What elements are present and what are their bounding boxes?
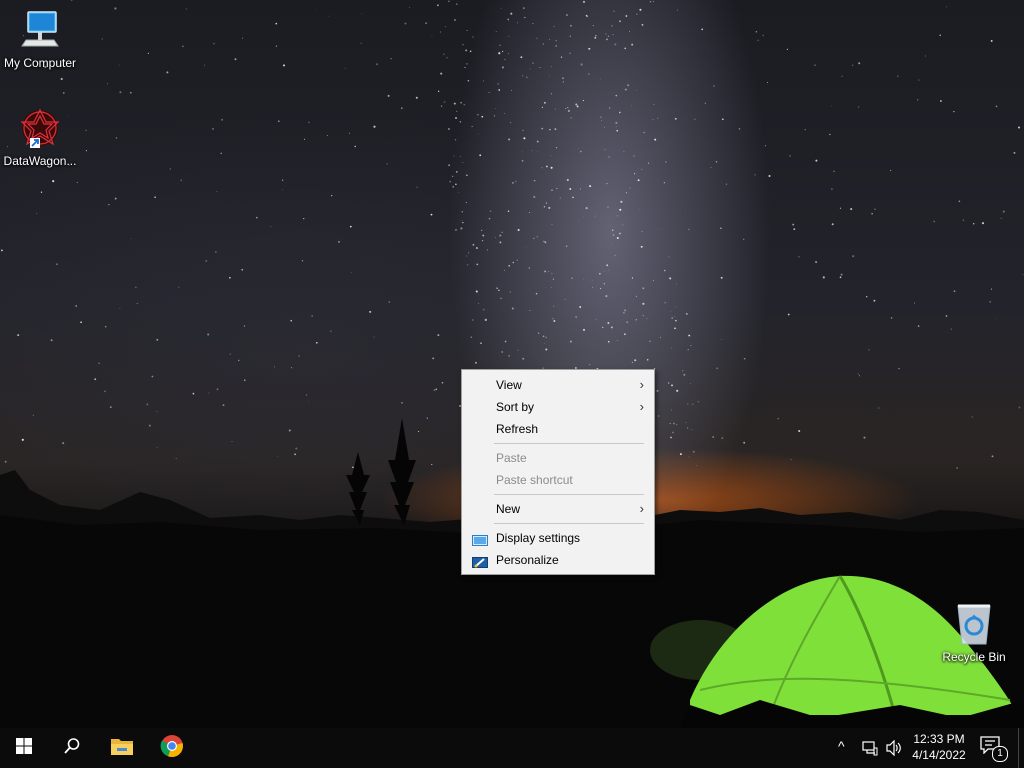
menu-item-new[interactable]: New › xyxy=(462,498,654,520)
menu-item-refresh[interactable]: Refresh xyxy=(462,418,654,440)
clock-time: 12:33 PM xyxy=(913,732,965,746)
menu-item-label: Personalize xyxy=(496,553,559,567)
file-explorer-button[interactable] xyxy=(98,728,146,768)
volume-icon[interactable] xyxy=(885,739,903,761)
chevron-right-icon: › xyxy=(639,377,644,392)
menu-item-label: New xyxy=(496,502,521,516)
desktop-icon-datawagon[interactable]: DataWagon... xyxy=(0,106,80,168)
clock-date: 4/14/2022 xyxy=(912,748,966,762)
start-button[interactable] xyxy=(0,728,48,768)
notification-count-badge: 1 xyxy=(992,746,1008,762)
menu-item-paste: Paste xyxy=(462,447,654,469)
menu-separator xyxy=(494,494,644,495)
menu-item-label: Paste shortcut xyxy=(496,473,573,487)
desktop-icon-label: DataWagon... xyxy=(3,154,77,168)
desktop-icon-label: My Computer xyxy=(3,56,77,70)
file-explorer-icon xyxy=(110,736,134,761)
desktop-background[interactable]: My Computer DataWagon... Recycle Bin Vie… xyxy=(0,0,1024,768)
desktop-icon-recycle-bin[interactable]: Recycle Bin xyxy=(934,602,1014,664)
desktop-icon-label: Recycle Bin xyxy=(942,650,1006,664)
network-icon[interactable] xyxy=(862,740,878,761)
menu-separator xyxy=(494,443,644,444)
menu-item-label: Paste xyxy=(496,451,527,465)
chrome-icon xyxy=(160,734,184,763)
menu-item-view[interactable]: View › xyxy=(462,374,654,396)
taskbar-clock[interactable]: 12:33 PM 4/14/2022 xyxy=(906,731,972,763)
menu-item-label: Sort by xyxy=(496,400,535,414)
taskbar: ^ 12:33 PM 4/14/2022 1 xyxy=(0,728,1024,768)
show-hidden-icons-chevron[interactable]: ^ xyxy=(838,738,845,754)
search-button[interactable] xyxy=(48,728,96,768)
chevron-right-icon: › xyxy=(639,501,644,516)
datawagon-shortcut-icon xyxy=(16,106,64,152)
recycle-bin-icon xyxy=(950,602,998,648)
menu-item-display-settings[interactable]: Display settings xyxy=(462,527,654,549)
menu-item-label: Refresh xyxy=(496,422,539,436)
display-settings-icon xyxy=(472,532,488,546)
search-icon xyxy=(63,737,81,760)
menu-item-personalize[interactable]: Personalize xyxy=(462,549,654,571)
show-desktop-button[interactable] xyxy=(1018,728,1024,768)
personalize-icon xyxy=(472,554,488,568)
menu-item-label: Display settings xyxy=(496,531,581,545)
desktop-icon-my-computer[interactable]: My Computer xyxy=(0,8,80,70)
monitor-icon xyxy=(16,8,64,54)
menu-item-label: View xyxy=(496,378,522,392)
menu-separator xyxy=(494,523,644,524)
chevron-right-icon: › xyxy=(639,399,644,414)
menu-item-sort-by[interactable]: Sort by › xyxy=(462,396,654,418)
menu-item-paste-shortcut: Paste shortcut xyxy=(462,469,654,491)
chrome-button[interactable] xyxy=(148,728,196,768)
desktop-context-menu[interactable]: View › Sort by › Refresh Paste Paste sho… xyxy=(461,369,655,575)
start-icon xyxy=(16,737,32,759)
action-center-button[interactable]: 1 xyxy=(980,736,1008,762)
